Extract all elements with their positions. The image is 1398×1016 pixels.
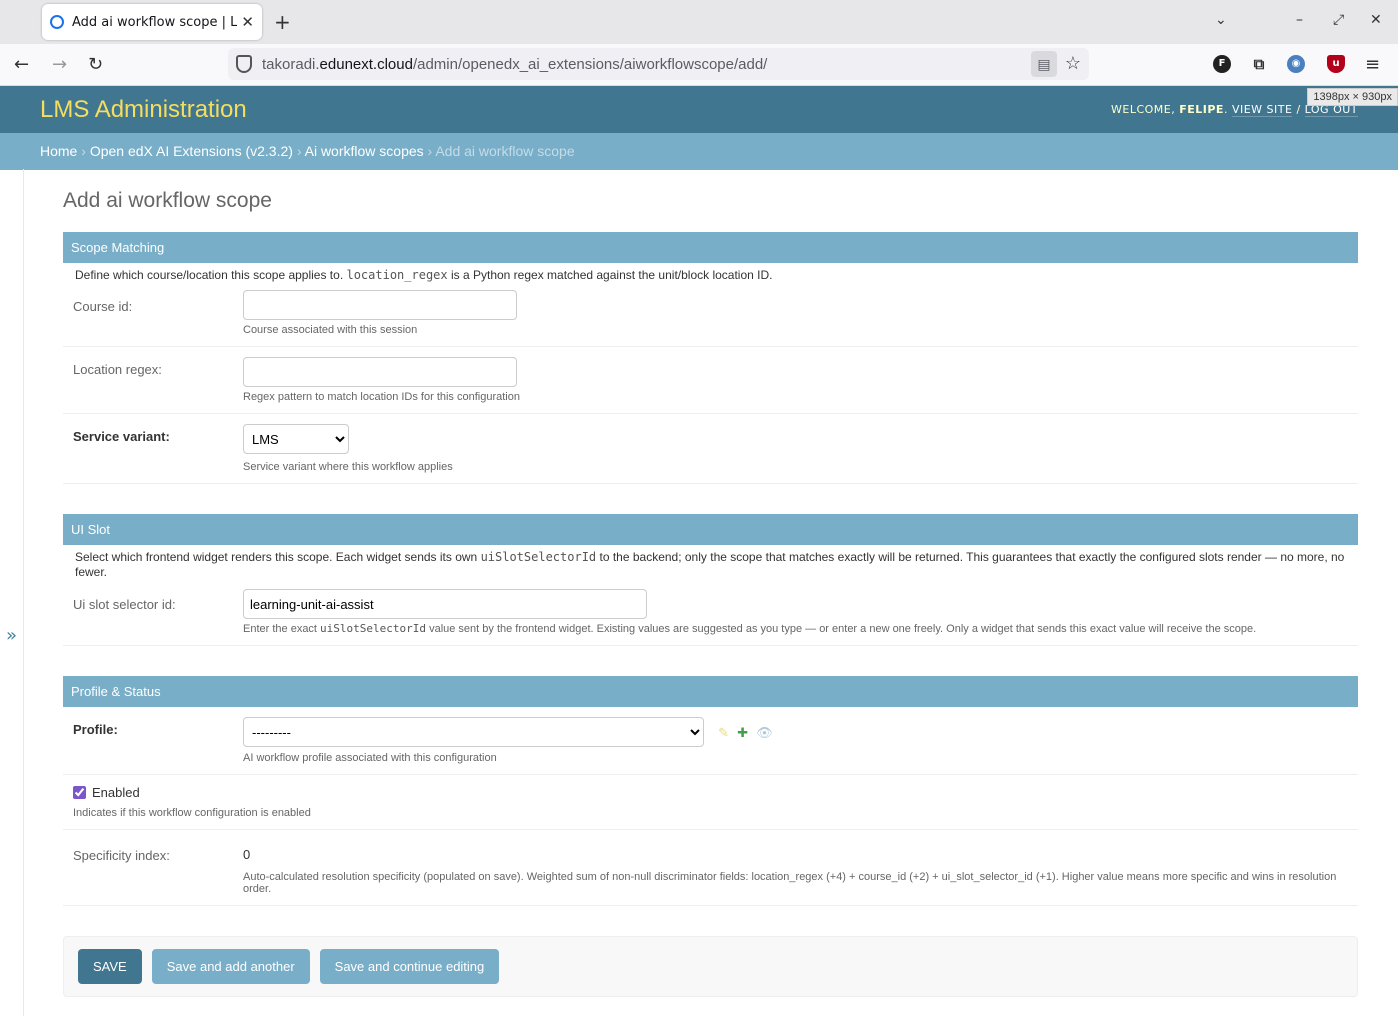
reload-icon[interactable]: ↻: [88, 54, 103, 75]
nav-sidebar-toggle[interactable]: »: [0, 169, 24, 1016]
enabled-help: Indicates if this workflow configuration…: [73, 807, 311, 819]
scope-matching-heading: Scope Matching: [63, 232, 1358, 263]
specificity-label: Specificity index:: [73, 848, 170, 863]
admin-header: LMS Administration WELCOME, FELIPE. VIEW…: [0, 86, 1398, 133]
service-variant-label: Service variant:: [73, 429, 170, 444]
help-text: Enter the exact: [243, 623, 321, 635]
close-icon[interactable]: ✕: [241, 13, 254, 31]
view-site-link[interactable]: VIEW SITE: [1231, 103, 1293, 117]
page-title: Add ai workflow scope: [63, 189, 272, 212]
expand-sidebar-icon[interactable]: »: [6, 625, 17, 646]
breadcrumb-model[interactable]: Ai workflow scopes: [305, 143, 424, 159]
extension-account-icon[interactable]: ◉: [1287, 55, 1305, 73]
username: FELIPE: [1179, 103, 1224, 116]
enabled-label[interactable]: Enabled: [92, 785, 140, 800]
scope-matching-fieldset: Scope Matching Define which course/locat…: [63, 232, 1358, 484]
breadcrumb-app[interactable]: Open edX AI Extensions (v2.3.2): [90, 143, 293, 159]
help-code: uiSlotSelectorId: [320, 622, 427, 635]
profile-help: AI workflow profile associated with this…: [243, 752, 497, 764]
welcome-text: WELCOME,: [1111, 103, 1180, 116]
save-and-continue-button[interactable]: Save and continue editing: [319, 949, 500, 984]
profile-status-fieldset: Profile & Status Profile: --------- ✎ ✚ …: [63, 676, 1358, 906]
ui-slot-selector-input[interactable]: [243, 589, 647, 619]
breadcrumb-current: Add ai workflow scope: [435, 143, 575, 159]
url-bar[interactable]: takoradi. edunext.cloud/admin/openedx_ai_…: [228, 48, 1089, 80]
shield-icon[interactable]: [236, 55, 252, 73]
ui-slot-selector-help: Enter the exact uiSlotSelectorId value s…: [243, 622, 1348, 636]
location-regex-row: Location regex: Regex pattern to match l…: [63, 347, 1358, 414]
specificity-row: Specificity index: 0 Auto-calculated res…: [63, 830, 1358, 906]
back-icon[interactable]: ←: [14, 54, 29, 75]
url-path: /admin/openedx_ai_extensions/aiworkflows…: [412, 55, 768, 73]
course-id-label: Course id:: [73, 299, 133, 314]
desc-code: uiSlotSelectorId: [480, 550, 597, 564]
scope-matching-description: Define which course/location this scope …: [63, 263, 1358, 286]
desc-text: Select which frontend widget renders thi…: [75, 550, 481, 564]
service-variant-help: Service variant where this workflow appl…: [243, 461, 453, 473]
location-regex-input[interactable]: [243, 357, 517, 387]
course-id-help: Course associated with this session: [243, 324, 418, 336]
tab-favicon-icon: [50, 15, 64, 29]
tab-title: Add ai workflow scope | LMS: [72, 14, 238, 30]
ui-slot-heading: UI Slot: [63, 514, 1358, 545]
view-related-icon[interactable]: 👁: [756, 726, 773, 741]
bookmark-star-icon[interactable]: ☆: [1065, 53, 1081, 74]
save-button[interactable]: SAVE: [78, 949, 142, 984]
browser-tabbar: Add ai workflow scope | LMS ✕ + ⌄ – ⤢ ✕: [0, 0, 1398, 44]
minimize-icon[interactable]: –: [1296, 12, 1303, 28]
forward-icon[interactable]: →: [52, 54, 67, 75]
profile-label: Profile:: [73, 722, 118, 737]
change-related-icon[interactable]: ✎: [718, 726, 729, 741]
location-regex-label: Location regex:: [73, 362, 162, 377]
browser-navbar: ← → ↻ takoradi. edunext.cloud/admin/opene…: [0, 44, 1398, 86]
site-branding[interactable]: LMS Administration: [40, 96, 247, 124]
breadcrumb-home[interactable]: Home: [40, 143, 77, 159]
enabled-checkbox[interactable]: [73, 786, 86, 799]
size-badge: 1398px × 930px: [1307, 88, 1398, 106]
desc-text: Define which course/location this scope …: [75, 268, 347, 282]
tab-list-icon[interactable]: ⌄: [1215, 12, 1227, 28]
enabled-row: Enabled Indicates if this workflow confi…: [63, 775, 1358, 830]
service-variant-row: Service variant: LMS Service variant whe…: [63, 414, 1358, 484]
ui-slot-selector-row: Ui slot selector id: Enter the exact uiS…: [63, 583, 1358, 646]
extension-f-icon[interactable]: F: [1213, 55, 1231, 73]
specificity-help: Auto-calculated resolution specificity (…: [243, 871, 1337, 895]
profile-row: Profile: --------- ✎ ✚ 👁 AI workflow pro…: [63, 707, 1358, 775]
course-id-row: Course id: Course associated with this s…: [63, 286, 1358, 347]
window-close-icon[interactable]: ✕: [1370, 12, 1382, 28]
url-host: edunext.cloud: [319, 55, 413, 73]
desc-code: location_regex: [346, 268, 448, 282]
ublock-icon[interactable]: u: [1327, 55, 1345, 73]
service-variant-select[interactable]: LMS: [243, 424, 349, 454]
desc-text: is a Python regex matched against the un…: [447, 268, 773, 282]
profile-select[interactable]: ---------: [243, 717, 704, 747]
new-tab-icon[interactable]: +: [274, 10, 291, 34]
extensions-puzzle-icon[interactable]: ⧉: [1250, 55, 1268, 73]
ui-slot-fieldset: UI Slot Select which frontend widget ren…: [63, 514, 1358, 646]
ui-slot-description: Select which frontend widget renders thi…: [63, 545, 1358, 583]
separator: /: [1292, 103, 1305, 116]
url-prefix: takoradi.: [262, 55, 320, 73]
ui-slot-selector-label: Ui slot selector id:: [73, 597, 176, 612]
browser-tab[interactable]: Add ai workflow scope | LMS ✕: [42, 4, 262, 40]
save-and-add-another-button[interactable]: Save and add another: [151, 949, 310, 984]
breadcrumb: Home › Open edX AI Extensions (v2.3.2) ›…: [0, 133, 1398, 170]
related-widget-icons: ✎ ✚ 👁: [718, 726, 773, 741]
course-id-input[interactable]: [243, 290, 517, 320]
add-related-icon[interactable]: ✚: [737, 726, 748, 741]
submit-row: SAVE Save and add another Save and continu…: [63, 936, 1358, 997]
main-content: Add ai workflow scope Scope Matching Def…: [63, 169, 1358, 997]
help-text: value sent by the frontend widget. Exist…: [426, 623, 1257, 635]
maximize-icon[interactable]: ⤢: [1333, 12, 1344, 28]
profile-status-heading: Profile & Status: [63, 676, 1358, 707]
specificity-value: 0: [243, 847, 251, 862]
location-regex-help: Regex pattern to match location IDs for …: [243, 391, 520, 403]
menu-icon[interactable]: ≡: [1365, 54, 1380, 75]
reader-view-icon[interactable]: ▤: [1031, 51, 1057, 77]
